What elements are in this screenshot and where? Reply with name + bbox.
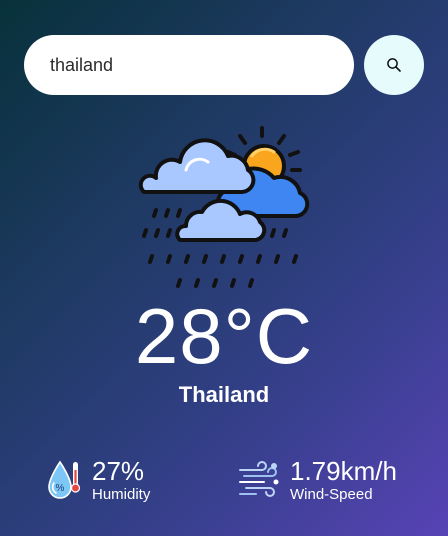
city-name: Thailand <box>178 382 270 407</box>
search-button[interactable] <box>364 35 424 95</box>
wind-stat: 1.79km/h Wind-Speed <box>238 452 397 508</box>
humidity-value: 27% <box>92 456 145 486</box>
svg-text:%: % <box>56 483 65 494</box>
temperature: 28°C <box>134 292 314 380</box>
wind-icon <box>239 461 279 497</box>
wind-speed-label: Wind-Speed <box>290 486 373 503</box>
search-bar <box>24 35 424 95</box>
humidity-stat: % 27% Humidity <box>46 452 150 508</box>
wind-speed-value: 1.79km/h <box>290 456 397 486</box>
humidity-icon: % <box>48 460 81 499</box>
cloud-sun-rain-icon <box>138 126 310 288</box>
humidity-label: Humidity <box>92 486 151 503</box>
search-input[interactable] <box>24 35 354 95</box>
search-icon <box>387 58 401 72</box>
